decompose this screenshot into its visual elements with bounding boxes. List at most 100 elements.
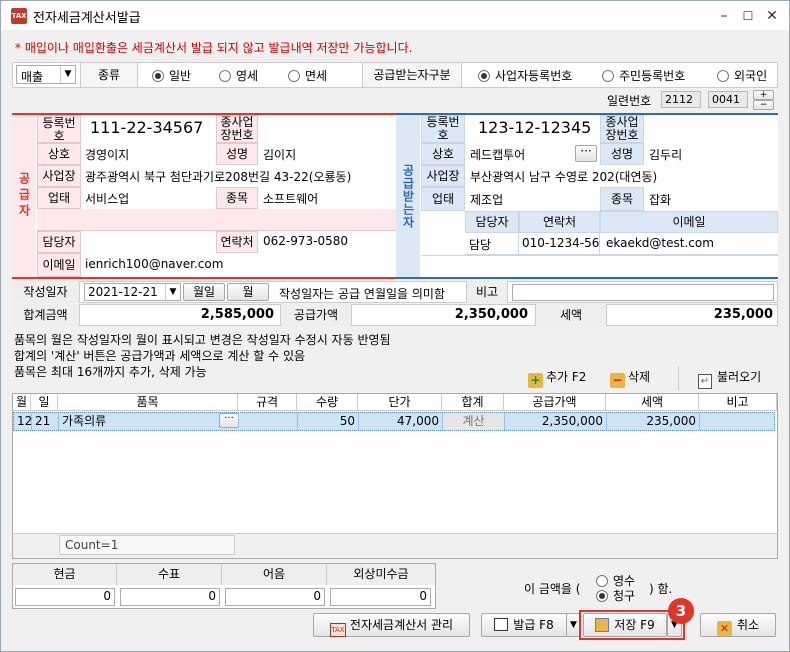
col-header-day[interactable]: 일 (31, 394, 58, 411)
recv-option-foreign[interactable]: 외국인 (717, 67, 767, 84)
trade-type-select[interactable]: 매출 ▼ (16, 65, 76, 84)
serial-up-button[interactable]: + (753, 90, 774, 100)
receiver-contact-head: 담당자 (465, 211, 519, 233)
claim-option[interactable]: 청구 (596, 587, 635, 604)
load-icon: ↵ (698, 374, 712, 389)
col-header-sum[interactable]: 합계 (442, 394, 504, 411)
kind-option-exempt[interactable]: 면세 (288, 67, 327, 84)
row-count: Count=1 (59, 535, 235, 555)
cell-day[interactable]: 21 (32, 413, 59, 430)
kind-option-label: 영세 (236, 69, 259, 83)
cell-item[interactable]: 가족의류 (59, 413, 219, 430)
col-header-supply[interactable]: 공급가액 (504, 394, 606, 411)
chevron-down-icon: ▼ (60, 66, 75, 83)
manage-invoices-button[interactable]: TAX 전자세금계산서 관리 (313, 613, 470, 637)
cash-input[interactable]: 0 (15, 588, 115, 606)
cell-tax[interactable]: 235,000 (607, 413, 700, 430)
kind-option-label: 면세 (305, 69, 328, 83)
serial-part1: 2112 (661, 91, 701, 108)
recv-option-resident[interactable]: 주민등록번호 (602, 67, 685, 84)
delete-button[interactable]: − 삭제 (610, 368, 650, 388)
cell-supply[interactable]: 2,350,000 (505, 413, 607, 430)
date-picker[interactable]: 2021-12-21 ▼ (84, 283, 181, 301)
supply-label: 공급가액 (280, 304, 352, 326)
radio-icon (288, 70, 300, 82)
home-icon: TAX (329, 623, 346, 637)
recv-option-business[interactable]: 사업자등록번호 (478, 67, 572, 84)
tax-invoice-icon: TAX (11, 8, 27, 24)
add-icon: + (528, 373, 543, 388)
col-header-price[interactable]: 단가 (358, 394, 442, 411)
recv-option-label: 주민등록번호 (619, 69, 686, 83)
serial-down-button[interactable]: − (753, 100, 774, 110)
close-button[interactable]: ✕ (763, 7, 781, 25)
add-button[interactable]: + 추가 F2 (528, 368, 586, 388)
cancel-button[interactable]: ✕ 취소 (700, 613, 776, 637)
month-button[interactable]: 월 (227, 283, 269, 301)
month-day-button[interactable]: 월일 (183, 283, 225, 301)
supplier-email: ienrich100@naver.com (85, 257, 224, 271)
receiver-lookup-button[interactable]: ··· (575, 145, 597, 162)
supplier-biz-label: 업태 (37, 187, 81, 209)
cell-spec[interactable] (239, 413, 298, 430)
supplier-addr-label: 사업장 (37, 165, 81, 187)
bill-input[interactable]: 0 (225, 588, 325, 606)
item-lookup-button[interactable]: ··· (219, 413, 239, 428)
col-header-item[interactable]: 품목 (58, 394, 238, 411)
delete-icon: − (610, 373, 625, 388)
maximize-button[interactable]: ☐ (739, 7, 757, 25)
minimize-button[interactable]: – (715, 7, 733, 25)
table-row[interactable]: 12 21 가족의류 ··· 50 47,000 계산 2,350,000 23… (13, 412, 775, 431)
cell-price[interactable]: 47,000 (359, 413, 443, 430)
kind-option-label: 일반 (169, 69, 192, 83)
radio-icon (478, 70, 490, 82)
supplier-side-label: 공급자 (12, 115, 36, 277)
check-input[interactable]: 0 (120, 588, 220, 606)
save-button[interactable]: 저장 F9 (583, 613, 667, 637)
supplier-item-label: 종목 (216, 187, 258, 209)
issue-button[interactable]: 발급 F8 (481, 613, 567, 637)
receiver-email[interactable]: ekaekd@test.com (600, 233, 778, 255)
receivable-input[interactable]: 0 (330, 588, 431, 606)
col-header-note[interactable]: 비고 (699, 394, 777, 411)
radio-icon (152, 70, 164, 82)
cancel-icon: ✕ (716, 621, 732, 636)
note-line: 합계의 '계산' 버튼은 공급가액과 세액으로 계산 할 수 있음 (14, 349, 306, 363)
receiver-type-label: 공급받는자구분 (362, 63, 462, 87)
date-hint: 작성일자는 공급 연월일을 의미함 (279, 287, 446, 301)
col-header-tax[interactable]: 세액 (606, 394, 699, 411)
trade-type-value: 매출 (21, 70, 44, 84)
receiver-reg-label: 등록번호 (421, 115, 465, 143)
col-header-qty[interactable]: 수량 (297, 394, 358, 411)
calc-button[interactable]: 계산 (443, 413, 505, 430)
cell-month[interactable]: 12 (14, 413, 32, 430)
cell-qty[interactable]: 50 (298, 413, 359, 430)
step-badge: 3 (668, 598, 694, 624)
cancel-label: 취소 (736, 618, 760, 632)
title-bar: TAX 전자세금계산서발급 – ☐ ✕ (0, 0, 790, 30)
receiver-reg-no: 123-12-12345 (478, 118, 592, 137)
col-header-spec[interactable]: 규격 (238, 394, 297, 411)
receiver-phone[interactable]: 010-1234-5678 (519, 233, 600, 255)
receiver-addr: 부산광역시 남구 수영로 202(대연동) (470, 170, 658, 184)
chevron-down-icon: ▼ (165, 284, 180, 300)
receiver-contact[interactable]: 담당 (465, 233, 519, 255)
receiver-sub-label: 종사업장번호 (600, 115, 644, 143)
manage-label: 전자세금계산서 관리 (349, 618, 454, 632)
serial-part2: 0041 (708, 91, 748, 108)
note-line: 품목은 최대 16개까지 추가, 삭제 가능 (14, 365, 207, 379)
supplier-sub-label: 종사업장번호 (216, 115, 258, 143)
supplier-email-label: 이메일 (37, 253, 81, 277)
load-button[interactable]: ↵ 불러오기 (698, 368, 761, 389)
cell-note[interactable] (700, 413, 776, 430)
toolbar-divider (678, 366, 679, 390)
receiver-phone-head: 연락처 (519, 211, 600, 233)
kind-option-general[interactable]: 일반 (152, 67, 191, 84)
col-header-month[interactable]: 월 (13, 394, 31, 411)
radio-icon (602, 70, 614, 82)
remark-input[interactable] (512, 284, 774, 301)
check-label: 수표 (117, 564, 222, 585)
notice-text: * 매입이나 매입환출은 세금계산서 발급 되지 않고 발급내역 저장만 가능합… (15, 41, 413, 55)
save-icon (595, 618, 610, 632)
kind-option-zero[interactable]: 영세 (219, 67, 258, 84)
